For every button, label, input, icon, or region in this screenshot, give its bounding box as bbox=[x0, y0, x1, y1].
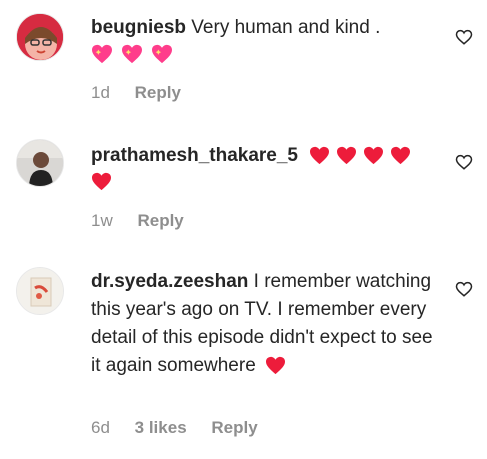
comment-username[interactable]: beugniesb bbox=[91, 17, 186, 38]
comment-body: beugniesb Very human and kind . bbox=[91, 14, 436, 64]
comment-text: Very human and kind . bbox=[191, 17, 381, 38]
sparkling-heart-icon bbox=[122, 44, 142, 64]
emoji-row bbox=[309, 146, 411, 165]
comment-body: dr.syeda.zeeshan I remember watching thi… bbox=[91, 268, 436, 380]
red-heart-icon bbox=[92, 172, 111, 191]
comment-meta: 1w Reply bbox=[91, 211, 204, 231]
comment-time: 6d bbox=[91, 418, 110, 437]
comment-body: prathamesh_thakare_5 bbox=[91, 142, 436, 200]
comment-username[interactable]: prathamesh_thakare_5 bbox=[91, 145, 298, 166]
avatar-image bbox=[17, 140, 63, 186]
reply-button[interactable]: Reply bbox=[137, 211, 183, 230]
red-heart-icon bbox=[391, 147, 411, 165]
emoji-row-2 bbox=[91, 172, 436, 200]
sparkling-heart-icon bbox=[92, 44, 112, 64]
avatar-image bbox=[17, 14, 63, 60]
reply-button[interactable]: Reply bbox=[211, 418, 257, 437]
emoji-row bbox=[91, 44, 436, 64]
heart-outline-icon[interactable] bbox=[455, 153, 473, 171]
comment-time: 1d bbox=[91, 83, 110, 102]
reply-button[interactable]: Reply bbox=[135, 83, 181, 102]
avatar[interactable] bbox=[16, 139, 64, 187]
heart-outline-icon[interactable] bbox=[455, 280, 473, 298]
comment-meta: 6d 3 likes Reply bbox=[91, 418, 278, 438]
heart-outline-icon[interactable] bbox=[455, 28, 473, 46]
likes-count[interactable]: 3 likes bbox=[135, 418, 187, 437]
comment-time: 1w bbox=[91, 211, 113, 230]
red-heart-icon bbox=[364, 147, 384, 165]
red-heart-icon bbox=[266, 357, 286, 375]
sparkling-heart-icon bbox=[152, 44, 172, 64]
red-heart-icon bbox=[310, 147, 330, 165]
comment-username[interactable]: dr.syeda.zeeshan bbox=[91, 271, 248, 292]
avatar[interactable] bbox=[16, 267, 64, 315]
avatar[interactable] bbox=[16, 13, 64, 61]
comment-meta: 1d Reply bbox=[91, 83, 201, 103]
red-heart-icon bbox=[337, 147, 357, 165]
avatar-image bbox=[17, 268, 63, 314]
